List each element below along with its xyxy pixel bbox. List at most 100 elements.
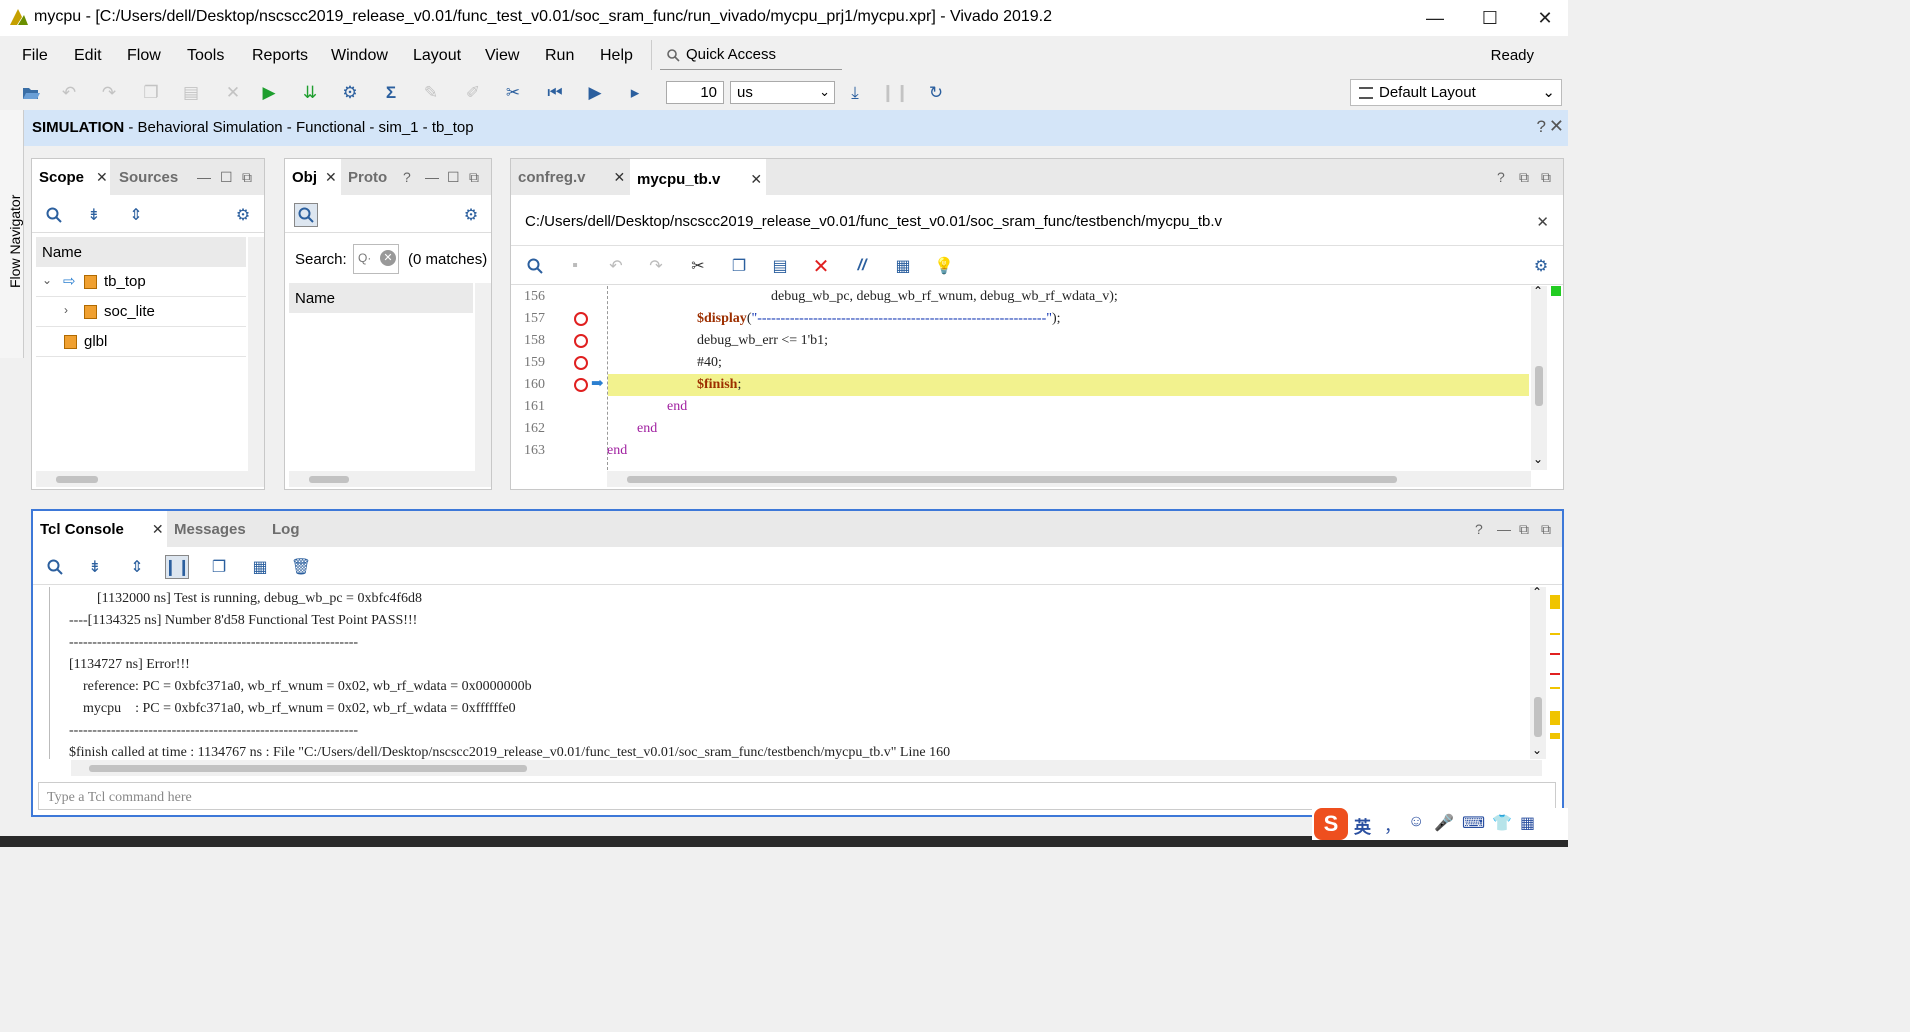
chevron-down-icon[interactable]: ⌄ <box>42 273 52 287</box>
close-icon[interactable]: ✕ <box>325 169 337 185</box>
chevron-down-icon[interactable]: ⌄ <box>1532 743 1542 757</box>
copy-icon[interactable]: ❐ <box>727 254 751 278</box>
ime-punctuation-toggle[interactable]: ， <box>1384 812 1401 837</box>
search-icon[interactable] <box>42 203 66 227</box>
ime-language-toggle[interactable]: 英 <box>1354 813 1371 838</box>
copy-icon[interactable]: ❐ <box>138 80 164 106</box>
chevron-down-icon[interactable]: ⌄ <box>1533 452 1543 466</box>
keyboard-icon[interactable]: ⌨ <box>1462 813 1485 833</box>
collapse-all-icon[interactable]: ⇟ <box>83 555 107 579</box>
layout-select[interactable]: Default Layout ⌄ <box>1350 79 1562 106</box>
breakpoint-icon[interactable] <box>574 312 588 326</box>
relaunch-icon[interactable]: ↻ <box>923 80 949 106</box>
pause-output-icon[interactable]: ❙❙ <box>164 555 190 579</box>
objects-search-input[interactable]: Q· ✕ <box>353 244 399 274</box>
tree-row-tb-top[interactable]: ⌄ ⇨ tb_top <box>36 267 246 297</box>
debug-icon[interactable]: ✂ <box>500 80 526 106</box>
help-icon[interactable]: ? <box>1497 169 1505 185</box>
clear-icon[interactable]: 🗑 <box>289 555 313 579</box>
report-sigma-icon[interactable]: Σ <box>378 80 404 106</box>
tab-scope[interactable]: Scope ✕ <box>32 159 110 195</box>
close-icon[interactable]: ✕ <box>750 171 762 187</box>
quick-access-search[interactable]: Quick Access <box>660 40 842 70</box>
help-icon[interactable]: ? <box>1537 117 1546 137</box>
tab-sources[interactable]: Sources <box>112 159 184 195</box>
scrollbar-thumb[interactable] <box>309 476 349 483</box>
scrollbar-thumb[interactable] <box>1534 697 1542 737</box>
comment-icon[interactable]: // <box>850 254 874 278</box>
tab-tcl-console[interactable]: Tcl Console ✕ <box>33 511 167 547</box>
time-unit-select[interactable]: us ⌄ <box>730 81 835 104</box>
chevron-up-icon[interactable]: ⌃ <box>1533 284 1543 298</box>
gear-icon[interactable]: ⚙ <box>459 203 483 227</box>
tab-objects[interactable]: Obj ✕ <box>285 159 341 195</box>
tab-messages[interactable]: Messages <box>167 511 263 547</box>
minimize-panel-icon[interactable]: — <box>197 169 211 185</box>
menu-run[interactable]: Run <box>545 47 574 65</box>
close-icon[interactable]: ✕ <box>614 169 626 185</box>
help-icon[interactable]: ? <box>1475 521 1483 537</box>
search-icon[interactable] <box>294 203 318 227</box>
menu-file[interactable]: File <box>22 47 48 65</box>
expand-all-icon[interactable]: ⇕ <box>124 203 148 227</box>
objects-horizontal-scrollbar[interactable] <box>289 471 491 487</box>
tab-log[interactable]: Log <box>265 511 321 547</box>
float-panel-icon[interactable]: ⧉ <box>469 169 479 186</box>
float-panel-icon[interactable]: ⧉ <box>1541 521 1551 538</box>
menu-layout[interactable]: Layout <box>413 47 461 65</box>
restore-panel-icon[interactable]: ⧉ <box>1519 169 1529 186</box>
minimize-panel-icon[interactable]: — <box>1497 521 1511 537</box>
search-icon[interactable] <box>43 555 67 579</box>
scrollbar-thumb[interactable] <box>1535 366 1543 406</box>
close-window-button[interactable]: ✕ <box>1522 0 1568 36</box>
float-panel-icon[interactable]: ⧉ <box>242 169 252 186</box>
disabled-tool-icon[interactable]: ✐ <box>460 80 486 106</box>
tools-grid-icon[interactable]: ▦ <box>1520 813 1535 833</box>
redo-icon[interactable]: ↷ <box>644 254 668 278</box>
paste-icon[interactable]: ▤ <box>768 254 792 278</box>
emoji-icon[interactable]: ☺ <box>1408 813 1424 831</box>
tab-protocols[interactable]: Proto <box>341 159 393 195</box>
tab-mycpu-tb[interactable]: mycpu_tb.v ✕ <box>630 159 766 195</box>
run-for-icon[interactable]: ▸ <box>622 80 648 106</box>
float-panel-icon[interactable]: ⧉ <box>1541 169 1551 186</box>
settings-gear-icon[interactable]: ⚙ <box>337 80 363 106</box>
scope-vertical-scrollbar[interactable] <box>248 237 264 487</box>
breakpoint-icon[interactable] <box>574 378 588 392</box>
console-horizontal-scrollbar[interactable] <box>71 760 1542 776</box>
maximize-panel-icon[interactable]: ☐ <box>447 169 460 186</box>
tcl-command-input[interactable]: Type a Tcl command here <box>38 782 1556 810</box>
menu-reports[interactable]: Reports <box>252 47 308 65</box>
close-icon[interactable]: ✕ <box>1549 116 1564 137</box>
run-time-input[interactable]: 10 <box>666 81 724 104</box>
code-area[interactable]: 156 debug_wb_pc, debug_wb_rf_wnum, debug… <box>511 286 1563 470</box>
help-icon[interactable]: ? <box>403 169 411 185</box>
delete-icon[interactable]: ✕ <box>809 254 833 278</box>
tab-confreg[interactable]: confreg.v ✕ <box>511 159 629 195</box>
undo-icon[interactable]: ↶ <box>56 80 82 106</box>
restart-icon[interactable]: ⏮ <box>542 80 568 106</box>
search-icon[interactable] <box>523 254 547 278</box>
editor-vertical-scrollbar[interactable]: ⌃ ⌄ <box>1531 284 1547 470</box>
close-icon[interactable]: ✕ <box>152 521 164 537</box>
step-icon[interactable]: ⤓ <box>842 80 868 106</box>
collapse-all-icon[interactable]: ⇟ <box>82 203 106 227</box>
console-vertical-scrollbar[interactable]: ⌃ ⌄ <box>1530 585 1546 759</box>
gear-icon[interactable]: ⚙ <box>231 203 255 227</box>
close-icon[interactable]: ✕ <box>96 169 108 185</box>
expand-all-icon[interactable]: ⇕ <box>125 555 149 579</box>
redo-icon[interactable]: ↷ <box>96 80 122 106</box>
minimize-button[interactable]: — <box>1412 0 1458 36</box>
cut-icon[interactable]: ✂ <box>686 254 710 278</box>
menu-view[interactable]: View <box>485 47 519 65</box>
menu-flow[interactable]: Flow <box>127 47 161 65</box>
gear-icon[interactable]: ⚙ <box>1529 254 1553 278</box>
scrollbar-thumb[interactable] <box>89 765 527 772</box>
menu-window[interactable]: Window <box>331 47 388 65</box>
breakpoint-icon[interactable] <box>574 356 588 370</box>
scrollbar-thumb[interactable] <box>627 476 1397 483</box>
tree-row-glbl[interactable]: glbl <box>36 327 246 357</box>
breakpoint-icon[interactable] <box>574 334 588 348</box>
columns-icon[interactable]: ▦ <box>248 555 272 579</box>
restore-panel-icon[interactable]: ⧉ <box>1519 521 1529 538</box>
